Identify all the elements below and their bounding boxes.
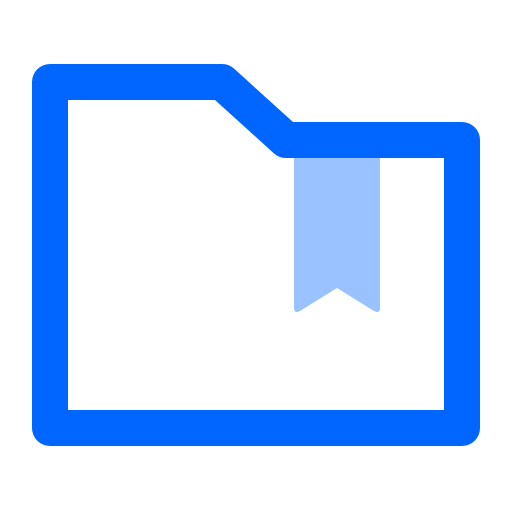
icon-canvas <box>0 0 512 512</box>
folder-outline <box>32 64 480 446</box>
folder-bookmark-icon <box>32 64 480 446</box>
